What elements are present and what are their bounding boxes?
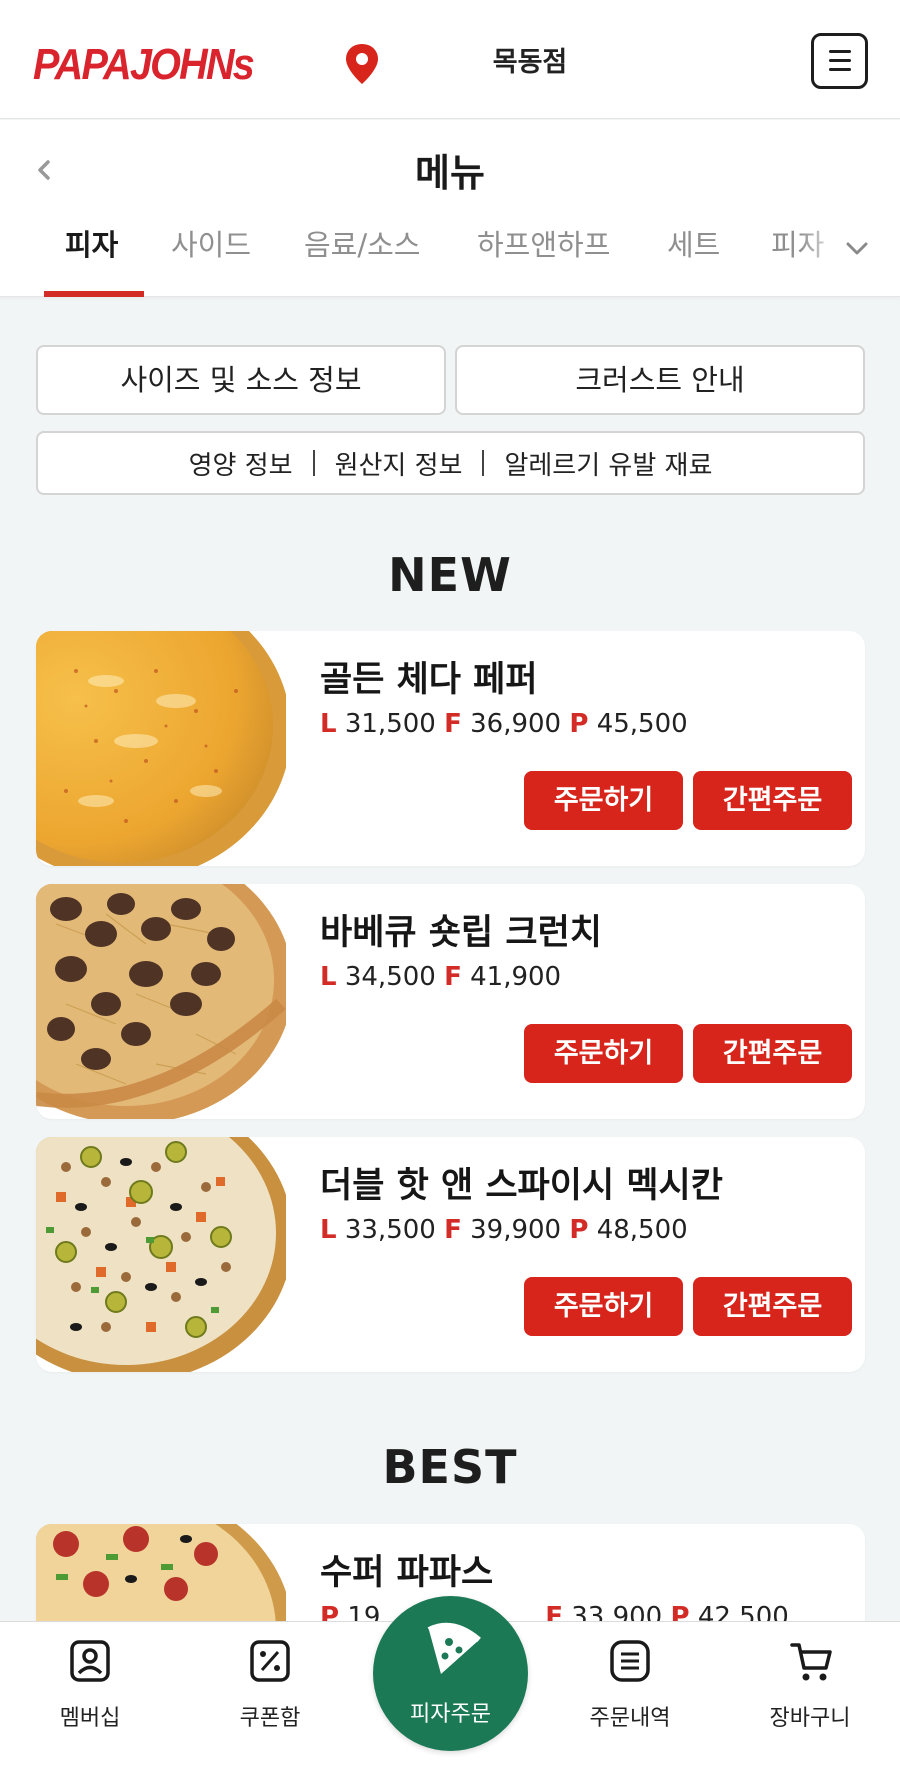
location-pin-icon[interactable]	[342, 42, 382, 86]
pizza-image	[36, 1137, 286, 1372]
quick-order-button[interactable]: 간편주문	[693, 1277, 852, 1336]
size-label: F	[444, 709, 462, 739]
tab-pizza[interactable]: 피자	[65, 222, 118, 264]
pizza-image	[36, 884, 286, 1119]
quick-order-button[interactable]: 간편주문	[693, 1024, 852, 1083]
divider	[312, 450, 315, 476]
order-button[interactable]: 주문하기	[524, 1024, 683, 1083]
tab-set[interactable]: 세트	[667, 222, 720, 264]
product-prices: L 34,500 F 41,900	[320, 962, 561, 992]
nav-label: 장바구니	[769, 1706, 851, 1731]
product-name: 더블 핫 앤 스파이시 멕시칸	[320, 1166, 723, 1206]
price-value: 39,900	[470, 1215, 562, 1245]
product-name: 골든 체다 페퍼	[320, 660, 538, 700]
membership-icon	[70, 1640, 110, 1682]
info-links-row: 영양 정보 원산지 정보 알레르기 유발 재료	[36, 431, 865, 495]
price-value: 41,900	[470, 962, 562, 992]
active-tab-indicator	[44, 291, 144, 297]
coupon-icon	[250, 1640, 290, 1682]
size-sauce-info-button[interactable]: 사이즈 및 소스 정보	[36, 345, 446, 415]
page-title: 메뉴	[415, 151, 485, 195]
nav-label: 피자주문	[410, 1702, 491, 1727]
quick-order-button[interactable]: 간편주문	[693, 771, 852, 830]
size-label: F	[444, 962, 462, 992]
order-list-icon	[610, 1640, 650, 1682]
product-card[interactable]: 바베큐 숏립 크런치 L 34,500 F 41,900 주문하기 간편주문	[36, 884, 865, 1119]
product-name: 바베큐 숏립 크런치	[320, 913, 602, 953]
menu-header: 메뉴 피자 사이드 음료/소스 하프앤하프 세트 피자	[0, 120, 900, 297]
size-label: P	[569, 1215, 589, 1245]
store-name[interactable]: 목동점	[440, 40, 620, 79]
nav-label: 멤버십	[59, 1706, 121, 1731]
size-label: L	[320, 709, 337, 739]
nav-cart[interactable]: 장바구니	[740, 1622, 880, 1765]
section-title-new: NEW	[388, 548, 512, 602]
origin-info-link[interactable]: 원산지 정보	[335, 445, 463, 482]
pizza-image	[36, 631, 286, 866]
nav-label: 쿠폰함	[239, 1706, 301, 1731]
price-value: 33,500	[344, 1215, 436, 1245]
nav-membership[interactable]: 멤버십	[20, 1622, 160, 1765]
papajohns-logo[interactable]: PAPAJOHNs	[33, 40, 255, 90]
price-value: 48,500	[596, 1215, 688, 1245]
order-button[interactable]: 주문하기	[524, 1277, 683, 1336]
tab-half-and-half[interactable]: 하프앤하프	[477, 222, 610, 264]
divider	[482, 450, 485, 476]
product-card[interactable]: 더블 핫 앤 스파이시 멕시칸 L 33,500 F 39,900 P 48,5…	[36, 1137, 865, 1372]
allergy-info-link[interactable]: 알레르기 유발 재료	[504, 445, 712, 482]
nav-pizza-order[interactable]: 피자주문	[373, 1596, 528, 1751]
order-button[interactable]: 주문하기	[524, 771, 683, 830]
product-prices: L 33,500 F 39,900 P 48,500	[320, 1215, 688, 1245]
price-value: 45,500	[596, 709, 688, 739]
top-bar: PAPAJOHNs 목동점	[0, 0, 900, 119]
size-label: P	[569, 709, 589, 739]
hamburger-menu-button[interactable]	[811, 33, 868, 89]
product-prices: L 31,500 F 36,900 P 45,500	[320, 709, 688, 739]
tab-drink-sauce[interactable]: 음료/소스	[304, 222, 421, 264]
nav-coupon[interactable]: 쿠폰함	[200, 1622, 340, 1765]
product-card[interactable]: 골든 체다 페퍼 L 31,500 F 36,900 P 45,500 주문하기…	[36, 631, 865, 866]
size-label: L	[320, 1215, 337, 1245]
nav-order-history[interactable]: 주문내역	[560, 1622, 700, 1765]
product-name: 수퍼 파파스	[320, 1553, 494, 1593]
cart-icon	[790, 1643, 832, 1681]
crust-info-button[interactable]: 크러스트 안내	[455, 345, 865, 415]
price-value: 31,500	[344, 709, 436, 739]
pizza-slice-icon	[427, 1622, 481, 1674]
hamburger-menu-icon	[829, 50, 851, 53]
price-value: 36,900	[470, 709, 562, 739]
nutrition-info-link[interactable]: 영양 정보	[189, 445, 293, 482]
tab-side[interactable]: 사이드	[171, 222, 251, 264]
size-label: L	[320, 962, 337, 992]
size-label: F	[444, 1215, 462, 1245]
chevron-down-icon[interactable]	[844, 238, 870, 258]
category-tabs: 피자 사이드 음료/소스 하프앤하프 세트 피자	[0, 210, 900, 297]
section-title-best: BEST	[382, 1440, 518, 1494]
price-value: 34,500	[344, 962, 436, 992]
nav-label: 주문내역	[589, 1706, 671, 1731]
